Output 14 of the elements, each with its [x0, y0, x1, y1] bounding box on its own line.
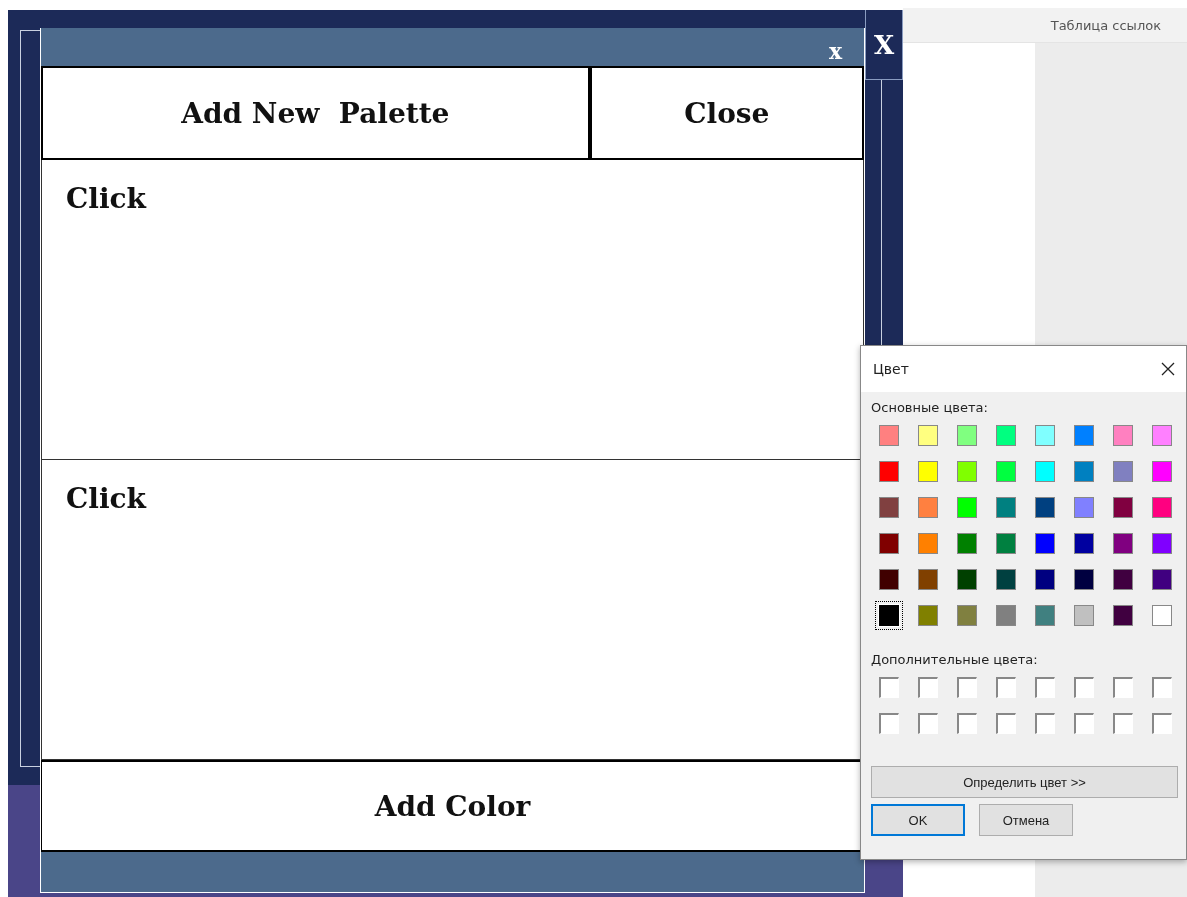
cancel-button[interactable]: Отмена: [979, 804, 1073, 836]
define-color-button[interactable]: Определить цвет >>: [871, 766, 1178, 798]
slot-label: Click: [66, 482, 146, 515]
close-button[interactable]: x: [828, 38, 842, 65]
close-button[interactable]: X: [865, 10, 903, 80]
dialog-title: Цвет: [873, 361, 909, 377]
palette-slot[interactable]: Click: [41, 160, 864, 460]
custom-colors-label: Дополнительные цвета:: [871, 652, 1039, 667]
add-palette-button[interactable]: Add New Palette: [41, 66, 590, 160]
close-button[interactable]: Close: [589, 66, 864, 160]
basic-colors-label: Основные цвета:: [871, 400, 989, 415]
ok-button[interactable]: OK: [871, 804, 965, 836]
ribbon-tab[interactable]: Таблица ссылок: [1050, 17, 1161, 33]
slot-label: Click: [66, 182, 146, 215]
